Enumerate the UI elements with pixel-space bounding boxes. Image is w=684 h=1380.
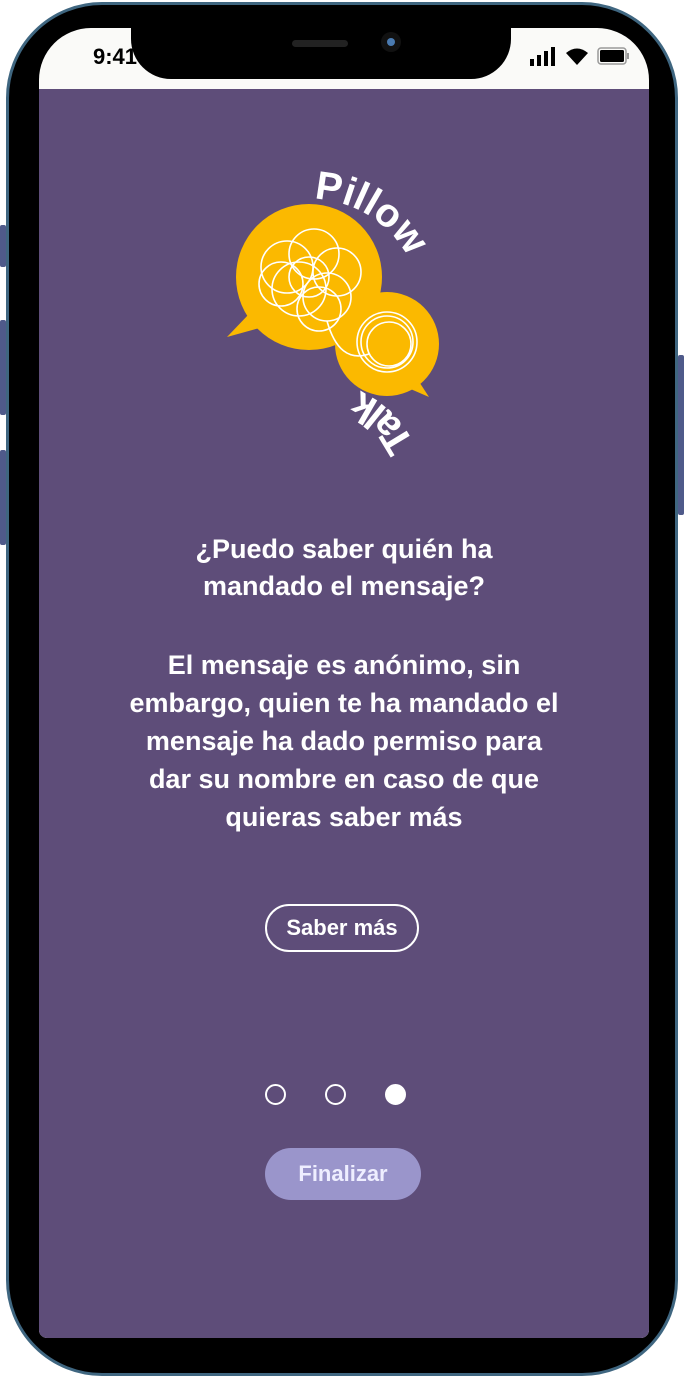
signal-icon: [530, 47, 555, 66]
pillow-talk-logo: Pillow Talk: [227, 164, 439, 459]
logo-title-bottom: Talk: [342, 382, 422, 459]
status-time: 9:41: [93, 44, 138, 69]
wifi-icon: [566, 48, 588, 65]
page-dot-3-active[interactable]: [385, 1084, 406, 1105]
page-dot-1[interactable]: [265, 1084, 286, 1105]
page-indicator: [265, 1084, 406, 1105]
speaker: [292, 40, 348, 47]
onboarding-page: Pillow Talk ¿Puedo saber quién ha mandad…: [39, 89, 649, 1338]
notch: [131, 28, 511, 79]
page-dot-2[interactable]: [325, 1084, 346, 1105]
battery-icon: [597, 47, 629, 65]
status-bar: 9:41: [39, 28, 649, 89]
mute-switch: [0, 225, 6, 267]
screen: 9:41 Pillow Talk ¿Puedo saber quién ha m…: [39, 28, 649, 1338]
camera: [381, 32, 401, 52]
volume-down-button: [0, 450, 6, 545]
volume-up-button: [0, 320, 6, 415]
svg-text:Talk: Talk: [342, 382, 422, 459]
power-button: [678, 355, 684, 515]
learn-more-button[interactable]: Saber más: [265, 904, 419, 952]
finish-button[interactable]: Finalizar: [265, 1148, 421, 1200]
question-heading: ¿Puedo saber quién ha mandado el mensaje…: [195, 534, 493, 601]
answer-text: El mensaje es anónimo, sin embargo, quie…: [129, 650, 559, 832]
